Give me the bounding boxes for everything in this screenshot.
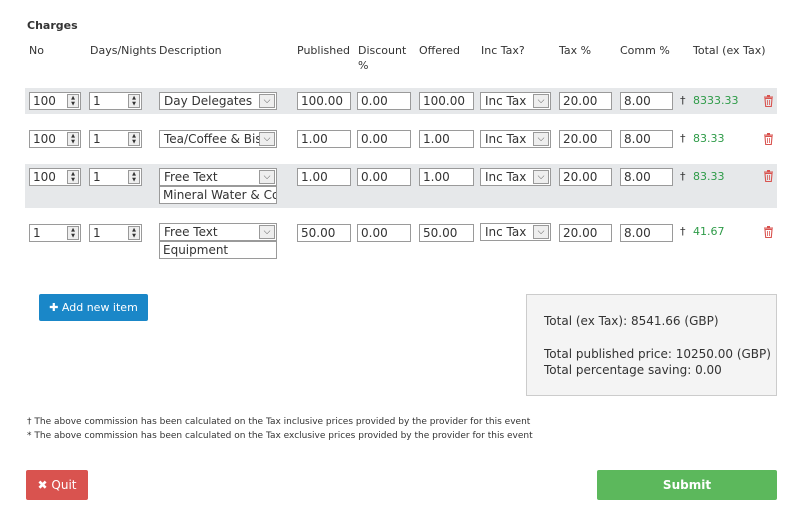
trash-icon[interactable] xyxy=(763,170,774,182)
col-header-offered: Offered xyxy=(419,44,461,57)
chevron-down-icon: ⌵ xyxy=(533,94,549,108)
footnote-tax-inclusive: † The above commission has been calculat… xyxy=(27,417,531,427)
quantity-stepper[interactable]: 100 ▲ ▼ xyxy=(29,92,81,110)
description-select[interactable]: Free Text ⌵ xyxy=(159,168,277,186)
free-text-field[interactable]: Mineral Water & Cordial xyxy=(159,186,277,204)
col-header-no: No xyxy=(29,44,44,57)
published-field[interactable]: 50.00 xyxy=(297,224,351,242)
days-stepper[interactable]: 1 ▲ ▼ xyxy=(89,224,142,242)
plus-icon: ✚ xyxy=(49,301,59,314)
chevron-down-icon: ⌵ xyxy=(259,132,275,146)
summary-panel: Total (ex Tax): 8541.66 (GBP) Total publ… xyxy=(526,294,777,396)
inc-tax-select[interactable]: Inc Tax ⌵ xyxy=(480,168,551,186)
section-title: Charges xyxy=(27,19,78,32)
trash-icon[interactable] xyxy=(763,95,774,107)
inc-tax-select[interactable]: Inc Tax ⌵ xyxy=(480,92,551,110)
dagger-mark: † xyxy=(680,94,686,107)
dagger-mark: † xyxy=(680,225,686,238)
description-select[interactable]: Day Delegates ⌵ xyxy=(159,92,277,110)
offered-field[interactable]: 1.00 xyxy=(419,130,474,148)
published-field[interactable]: 1.00 xyxy=(297,168,351,186)
tax-field[interactable]: 20.00 xyxy=(559,92,612,110)
discount-field[interactable]: 0.00 xyxy=(357,168,411,186)
total-published-price: Total published price: 10250.00 (GBP) xyxy=(544,347,771,361)
inc-tax-select[interactable]: Inc Tax ⌵ xyxy=(480,223,551,241)
col-header-tax: Tax % xyxy=(559,44,592,57)
total-ex-tax: Total (ex Tax): 8541.66 (GBP) xyxy=(544,314,719,328)
add-new-item-label: Add new item xyxy=(61,301,138,314)
col-header-description: Description xyxy=(159,44,222,57)
offered-field[interactable]: 100.00 xyxy=(419,92,474,110)
trash-icon[interactable] xyxy=(763,226,774,238)
row-total: 8333.33 xyxy=(693,94,739,107)
submit-button[interactable]: Submit xyxy=(597,470,777,500)
discount-field[interactable]: 0.00 xyxy=(357,130,411,148)
quit-label: Quit xyxy=(51,478,77,492)
chevron-down-icon: ⌵ xyxy=(533,225,549,239)
offered-field[interactable]: 1.00 xyxy=(419,168,474,186)
offered-field[interactable]: 50.00 xyxy=(419,224,474,242)
chevron-down-icon: ⌵ xyxy=(533,170,549,184)
discount-field[interactable]: 0.00 xyxy=(357,92,411,110)
dagger-mark: † xyxy=(680,170,686,183)
published-field[interactable]: 100.00 xyxy=(297,92,351,110)
chevron-down-icon: ⌵ xyxy=(259,94,275,108)
comm-field[interactable]: 8.00 xyxy=(620,130,673,148)
discount-field[interactable]: 0.00 xyxy=(357,224,411,242)
trash-icon[interactable] xyxy=(763,133,774,145)
published-field[interactable]: 1.00 xyxy=(297,130,351,148)
description-select[interactable]: Free Text ⌵ xyxy=(159,223,277,241)
add-new-item-button[interactable]: ✚ Add new item xyxy=(39,294,148,321)
days-stepper[interactable]: 1 ▲ ▼ xyxy=(89,130,142,148)
description-select[interactable]: Tea/Coffee & Biscuits⌵ xyxy=(159,130,277,148)
comm-field[interactable]: 8.00 xyxy=(620,224,673,242)
quantity-stepper[interactable]: 1 ▲ ▼ xyxy=(29,224,81,242)
row-total: 41.67 xyxy=(693,225,725,238)
total-percentage-saving: Total percentage saving: 0.00 xyxy=(544,363,722,377)
row-total: 83.33 xyxy=(693,170,725,183)
col-header-inc-tax: Inc Tax? xyxy=(481,44,525,57)
row-total: 83.33 xyxy=(693,132,725,145)
col-header-published: Published xyxy=(297,44,350,57)
tax-field[interactable]: 20.00 xyxy=(559,224,612,242)
col-header-total: Total (ex Tax) xyxy=(693,44,766,57)
quit-button[interactable]: ✖ Quit xyxy=(26,470,88,500)
days-stepper[interactable]: 1 ▲ ▼ xyxy=(89,168,142,186)
comm-field[interactable]: 8.00 xyxy=(620,92,673,110)
col-header-comm: Comm % xyxy=(620,44,670,57)
inc-tax-select[interactable]: Inc Tax ⌵ xyxy=(480,130,551,148)
chevron-down-icon: ⌵ xyxy=(259,170,275,184)
free-text-field[interactable]: Equipment xyxy=(159,241,277,259)
tax-field[interactable]: 20.00 xyxy=(559,130,612,148)
days-stepper[interactable]: 1 ▲ ▼ xyxy=(89,92,142,110)
col-header-discount: Discount % xyxy=(358,44,407,72)
chevron-down-icon: ⌵ xyxy=(259,225,275,239)
footnote-tax-exclusive: * The above commission has been calculat… xyxy=(27,431,533,441)
chevron-down-icon: ⌵ xyxy=(533,132,549,146)
col-header-days: Days/Nights xyxy=(90,44,157,57)
comm-field[interactable]: 8.00 xyxy=(620,168,673,186)
dagger-mark: † xyxy=(680,132,686,145)
tax-field[interactable]: 20.00 xyxy=(559,168,612,186)
quantity-stepper[interactable]: 100 ▲ ▼ xyxy=(29,130,81,148)
close-icon: ✖ xyxy=(37,478,48,492)
quantity-stepper[interactable]: 100 ▲ ▼ xyxy=(29,168,81,186)
